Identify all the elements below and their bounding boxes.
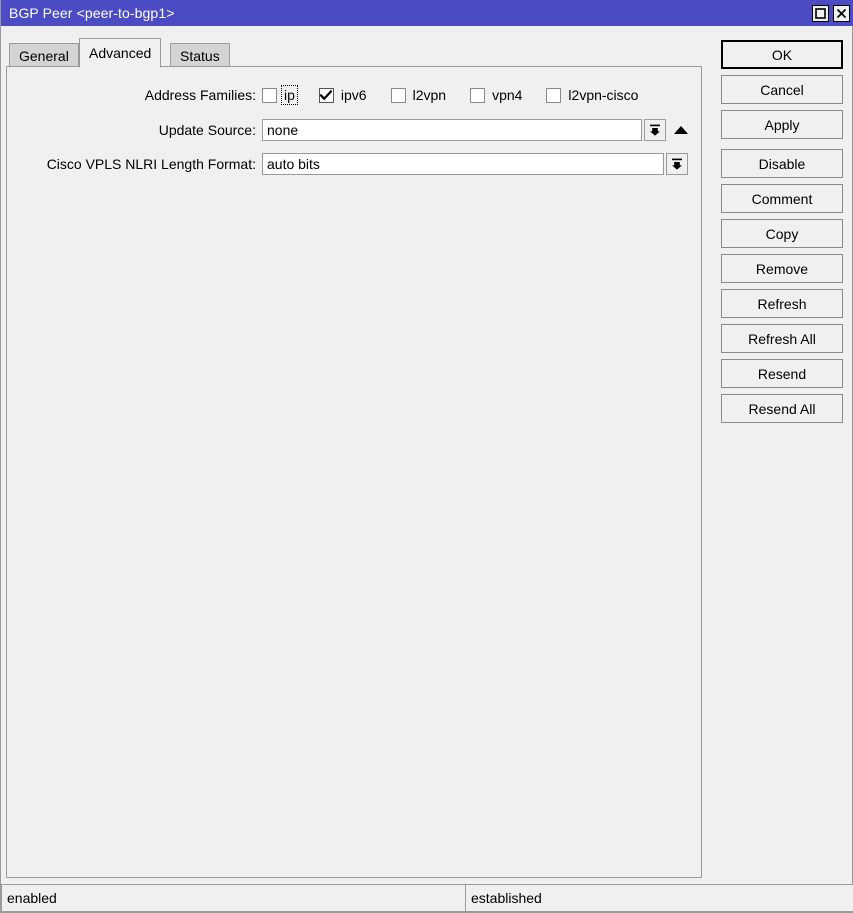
checkbox-ip-label: ip (281, 85, 298, 105)
remove-button[interactable]: Remove (721, 254, 843, 283)
update-source-up-button[interactable] (670, 119, 692, 141)
checkbox-vpn4[interactable]: vpn4 (470, 86, 524, 104)
maximize-icon (815, 7, 826, 19)
address-families-label: Address Families: (144, 87, 256, 103)
checkbox-ip[interactable]: ip (262, 85, 298, 105)
checkbox-ipv6-box[interactable] (318, 87, 334, 103)
cisco-vpls-nlri-dropdown-button[interactable] (666, 153, 688, 175)
title-bar[interactable]: BGP Peer <peer-to-bgp1> (1, 0, 853, 26)
checkbox-ipv6-label: ipv6 (340, 87, 367, 103)
checkbox-ip-box[interactable] (262, 87, 277, 103)
tab-advanced[interactable]: Advanced (79, 38, 162, 68)
close-icon (836, 8, 847, 19)
address-families-row: Address Families: ip ipv6 l2vpn vpn4 l2v… (7, 85, 697, 105)
checkbox-l2vpn-cisco-box[interactable] (546, 87, 562, 103)
checkbox-vpn4-box[interactable] (470, 87, 486, 103)
ok-button[interactable]: OK (721, 40, 843, 69)
cisco-vpls-nlri-row: Cisco VPLS NLRI Length Format: auto bits (7, 153, 697, 175)
close-button[interactable] (833, 4, 850, 22)
dropdown-arrow-icon (670, 157, 684, 171)
resend-button[interactable]: Resend (721, 359, 843, 388)
checkbox-l2vpn-box[interactable] (390, 87, 406, 103)
update-source-label: Update Source: (158, 122, 256, 138)
comment-button[interactable]: Comment (721, 184, 843, 213)
refresh-all-button[interactable]: Refresh All (721, 324, 843, 353)
cancel-button[interactable]: Cancel (721, 75, 843, 104)
resend-all-button[interactable]: Resend All (721, 394, 843, 423)
tab-strip: General Advanced Status (1, 26, 701, 68)
status-established: established (466, 884, 853, 912)
apply-button[interactable]: Apply (721, 110, 843, 139)
tab-status[interactable]: Status (170, 43, 230, 67)
checkbox-l2vpn[interactable]: l2vpn (390, 86, 448, 104)
checkbox-l2vpn-cisco[interactable]: l2vpn-cisco (546, 86, 640, 104)
status-enabled: enabled (1, 884, 466, 912)
bgp-peer-dialog: BGP Peer <peer-to-bgp1> General Advanced (0, 0, 853, 913)
window-title: BGP Peer <peer-to-bgp1> (9, 5, 175, 21)
advanced-tab-panel: Address Families: ip ipv6 l2vpn vpn4 l2v… (6, 66, 702, 878)
update-source-row: Update Source: none (7, 119, 697, 141)
tab-general-label: General (19, 47, 69, 64)
maximize-button[interactable] (812, 4, 829, 22)
disable-button[interactable]: Disable (721, 149, 843, 178)
dropdown-arrow-icon (648, 123, 662, 137)
update-source-input[interactable]: none (262, 119, 642, 141)
cisco-vpls-nlri-input[interactable]: auto bits (262, 153, 664, 175)
action-button-column: OK Cancel Apply Disable Comment Copy Rem… (721, 40, 843, 429)
checkbox-vpn4-label: vpn4 (492, 87, 523, 103)
tab-advanced-label: Advanced (89, 45, 152, 61)
copy-button[interactable]: Copy (721, 219, 843, 248)
tab-status-label: Status (180, 47, 220, 64)
refresh-button[interactable]: Refresh (721, 289, 843, 318)
checkmark-icon (320, 89, 333, 101)
update-source-dropdown-button[interactable] (644, 119, 666, 141)
cisco-vpls-nlri-label: Cisco VPLS NLRI Length Format: (46, 156, 256, 172)
tab-general[interactable]: General (9, 43, 79, 67)
checkbox-l2vpn-label: l2vpn (412, 87, 447, 103)
up-arrow-icon (673, 124, 689, 136)
status-bar: enabled established (1, 884, 853, 912)
checkbox-l2vpn-cisco-label: l2vpn-cisco (568, 87, 639, 103)
checkbox-ipv6[interactable]: ipv6 (318, 86, 369, 104)
